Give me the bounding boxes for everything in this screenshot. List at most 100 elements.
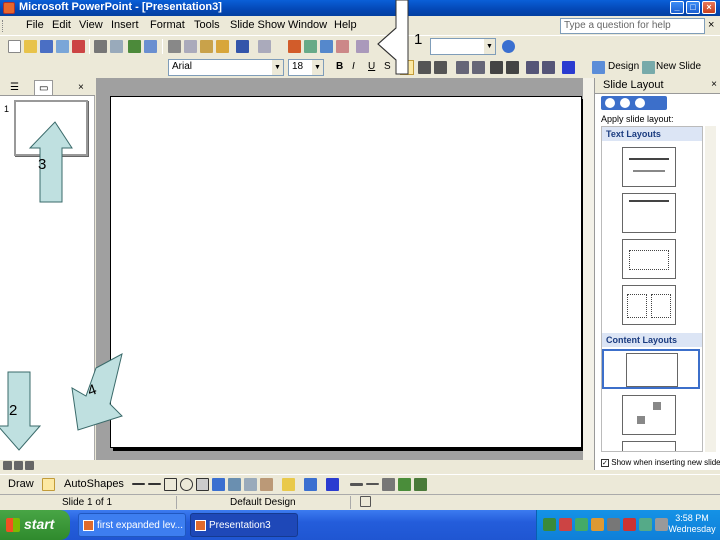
title-text-layout[interactable] (622, 239, 676, 279)
new-icon[interactable] (8, 40, 21, 53)
title-slide-layout[interactable] (622, 147, 676, 187)
font-color-icon[interactable] (562, 61, 575, 74)
cut-icon[interactable] (168, 40, 181, 53)
messenger-icon[interactable] (639, 518, 652, 531)
start-button[interactable]: start (0, 510, 70, 540)
select-objects-icon[interactable] (42, 478, 55, 491)
spelling-icon[interactable] (128, 40, 141, 53)
dash-style-icon[interactable] (366, 483, 379, 485)
task-pane-scrollbar[interactable] (705, 126, 716, 452)
zoom-select[interactable]: ▼ (430, 38, 496, 55)
content-layout[interactable] (622, 395, 676, 435)
chevron-down-icon[interactable]: ▼ (484, 39, 495, 54)
draw-menu[interactable]: Draw (8, 478, 34, 490)
insert-table-icon[interactable] (304, 40, 317, 53)
line-icon[interactable] (132, 483, 145, 485)
rectangle-icon[interactable] (164, 478, 177, 491)
help-icon[interactable] (502, 40, 515, 53)
text-box-icon[interactable] (196, 478, 209, 491)
menu-view[interactable]: View (79, 19, 103, 31)
close-window-button[interactable]: × (702, 1, 716, 14)
slide-thumbnail[interactable] (14, 100, 88, 156)
menu-file[interactable]: File (26, 19, 44, 31)
checkbox-checked-icon[interactable]: ✓ (601, 458, 609, 467)
fill-color-icon[interactable] (282, 478, 295, 491)
taskbar-item-presentation[interactable]: Presentation3 (190, 513, 298, 537)
outline-tab-icon[interactable]: ☰ (6, 80, 23, 95)
menu-slide-show[interactable]: Slide Show (230, 19, 285, 31)
wordart-icon[interactable] (212, 478, 225, 491)
increase-indent-icon[interactable] (542, 61, 555, 74)
email-icon[interactable] (72, 40, 85, 53)
forward-icon[interactable] (620, 98, 630, 108)
redo-icon[interactable] (258, 40, 271, 53)
home-icon[interactable] (635, 98, 645, 108)
slide-canvas[interactable] (110, 96, 582, 448)
arrow-style-icon[interactable] (382, 478, 395, 491)
font-color-draw-icon[interactable] (326, 478, 339, 491)
printer-icon[interactable] (607, 518, 620, 531)
permission-icon[interactable] (56, 40, 69, 53)
open-icon[interactable] (24, 40, 37, 53)
paste-icon[interactable] (200, 40, 213, 53)
menu-tools[interactable]: Tools (194, 19, 220, 31)
expand-all-icon[interactable] (356, 40, 369, 53)
maximize-button[interactable]: □ (686, 1, 700, 14)
undo-icon[interactable] (236, 40, 249, 53)
menu-grip[interactable] (2, 20, 5, 32)
network-icon[interactable] (543, 518, 556, 531)
font-select[interactable]: Arial ▼ (168, 59, 284, 76)
align-left-icon[interactable] (400, 60, 414, 75)
powerpoint-app-icon[interactable] (3, 2, 15, 14)
autoshapes-menu[interactable]: AutoShapes (64, 478, 124, 490)
italic-button[interactable]: I (350, 60, 357, 75)
picture-icon[interactable] (260, 478, 273, 491)
save-icon[interactable] (40, 40, 53, 53)
menu-insert[interactable]: Insert (111, 19, 139, 31)
diagram-icon[interactable] (228, 478, 241, 491)
design-icon[interactable] (592, 61, 605, 74)
close-document-button[interactable]: × (708, 19, 714, 31)
task-pane-close-button[interactable]: × (711, 79, 717, 90)
antivirus-icon[interactable] (575, 518, 588, 531)
update-icon[interactable] (591, 518, 604, 531)
title-only-layout[interactable] (622, 193, 676, 233)
numbering-icon[interactable] (456, 61, 469, 74)
chevron-down-icon[interactable]: ▼ (312, 60, 323, 75)
research-icon[interactable] (144, 40, 157, 53)
vertical-scrollbar[interactable] (583, 78, 594, 460)
menu-edit[interactable]: Edit (52, 19, 71, 31)
3d-style-icon[interactable] (414, 478, 427, 491)
menu-help[interactable]: Help (334, 19, 357, 31)
align-center-icon[interactable] (418, 61, 431, 74)
design-button[interactable]: Design (606, 60, 641, 75)
slide-sorter-view-icon[interactable] (14, 461, 23, 470)
font-size-select[interactable]: 18 ▼ (288, 59, 324, 76)
menu-window[interactable]: Window (288, 19, 327, 31)
minimize-button[interactable]: _ (670, 1, 684, 14)
copy-icon[interactable] (184, 40, 197, 53)
insert-chart-icon[interactable] (288, 40, 301, 53)
slide-show-view-icon[interactable] (25, 461, 34, 470)
clock[interactable]: 3:58 PM Wednesday (666, 513, 718, 535)
two-column-text-layout[interactable] (622, 285, 676, 325)
oval-icon[interactable] (180, 478, 193, 491)
line-style-icon[interactable] (350, 483, 363, 486)
format-painter-icon[interactable] (216, 40, 229, 53)
underline-button[interactable]: U (366, 60, 377, 75)
slides-tab-icon[interactable]: ▭ (34, 80, 54, 95)
arrow-icon[interactable] (148, 483, 161, 485)
clip-art-icon[interactable] (244, 478, 257, 491)
title-content-layout[interactable] (622, 441, 676, 451)
insert-picture-icon[interactable] (336, 40, 349, 53)
increase-font-icon[interactable] (490, 61, 503, 74)
shadow-style-icon[interactable] (398, 478, 411, 491)
help-search-input[interactable]: Type a question for help (560, 18, 705, 34)
shadow-button[interactable]: S (382, 60, 393, 75)
tables-borders-icon[interactable] (320, 40, 333, 53)
decrease-indent-icon[interactable] (526, 61, 539, 74)
menu-format[interactable]: Format (150, 19, 185, 31)
print-preview-icon[interactable] (110, 40, 123, 53)
taskbar-item-document[interactable]: first expanded lev... (78, 513, 186, 537)
normal-view-icon[interactable] (3, 461, 12, 470)
